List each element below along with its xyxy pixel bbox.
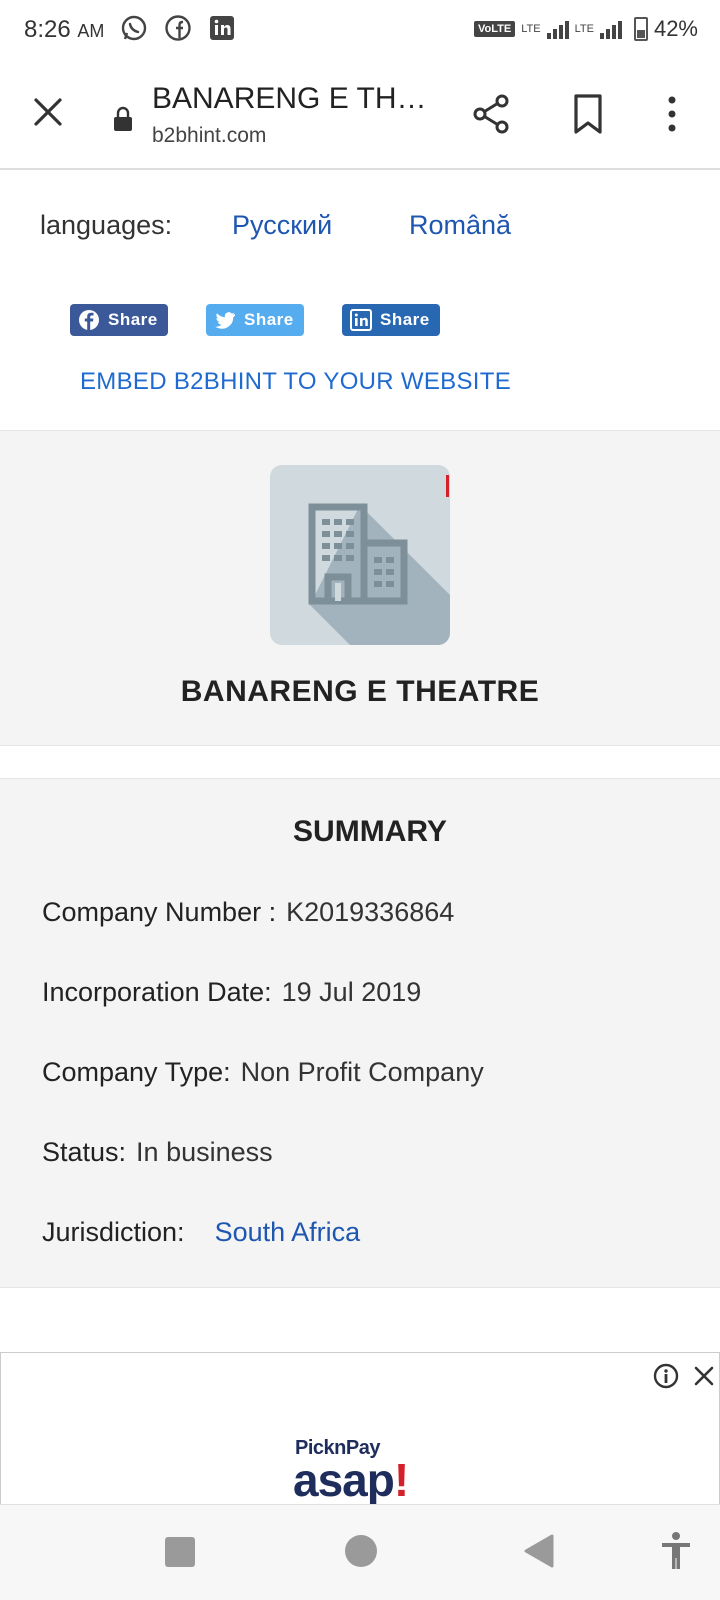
status-value: In business	[136, 1137, 273, 1167]
status-label: Status:	[42, 1137, 127, 1167]
more-icon[interactable]	[660, 92, 684, 136]
incorporation-date-row: Incorporation Date: 19 Jul 2019	[42, 977, 421, 1008]
linkedin-share-button[interactable]: Share	[342, 304, 440, 336]
lte-indicator-2: LTE	[574, 23, 594, 35]
languages-label: languages:	[40, 210, 173, 240]
battery-level: 42%	[653, 16, 698, 41]
status-row: Status: In business	[42, 1137, 273, 1168]
summary-card: SUMMARY Company Number : K2019336864 Inco…	[0, 778, 720, 1288]
facebook-share-label: Share	[108, 310, 158, 329]
bookmark-icon[interactable]	[568, 92, 608, 136]
system-nav-bar	[0, 1504, 720, 1600]
language-link-romanian[interactable]: Română	[409, 210, 511, 241]
status-time: 8:26 AM	[24, 16, 105, 43]
home-icon[interactable]	[345, 1535, 377, 1567]
jurisdiction-row: Jurisdiction: South Africa	[42, 1217, 360, 1248]
whatsapp-icon	[121, 15, 147, 41]
page-title: BANARENG E TH…	[152, 82, 427, 115]
accessibility-icon[interactable]	[658, 1531, 694, 1571]
page-url[interactable]: b2bhint.com	[152, 124, 266, 148]
twitter-share-button[interactable]: Share	[206, 304, 304, 336]
company-number-value: K2019336864	[286, 897, 455, 927]
close-icon[interactable]	[693, 1365, 715, 1387]
language-link-russian[interactable]: Русский	[232, 210, 332, 241]
building-icon	[270, 465, 450, 645]
facebook-icon	[165, 15, 191, 41]
status-indicators: VoLTE LTE LTE 42%	[474, 16, 698, 42]
jurisdiction-label: Jurisdiction:	[42, 1217, 185, 1247]
close-icon[interactable]	[28, 92, 68, 132]
summary-title: SUMMARY	[293, 815, 447, 848]
facebook-icon	[79, 310, 99, 330]
recents-icon[interactable]	[165, 1537, 195, 1567]
status-bar: 8:26 AM VoLTE LTE LTE 42%	[0, 0, 720, 62]
share-icon[interactable]	[470, 92, 514, 136]
linkedin-icon	[350, 309, 372, 331]
facebook-share-button[interactable]: Share	[70, 304, 168, 336]
volte-indicator: VoLTE	[474, 21, 516, 37]
signal-icon-2	[599, 19, 622, 39]
twitter-share-label: Share	[244, 310, 294, 329]
embed-link[interactable]: EMBED B2BHINT TO YOUR WEBSITE	[80, 368, 511, 396]
company-number-row: Company Number : K2019336864	[42, 897, 454, 928]
back-icon[interactable]	[522, 1533, 556, 1569]
signal-icon	[546, 19, 569, 39]
battery-icon	[633, 17, 648, 41]
red-accent-mark	[446, 475, 449, 497]
company-type-row: Company Type: Non Profit Company	[42, 1057, 484, 1088]
company-number-label: Company Number :	[42, 897, 277, 927]
company-type-label: Company Type:	[42, 1057, 231, 1087]
company-name: BANARENG E THEATRE	[180, 675, 540, 708]
lte-indicator: LTE	[521, 23, 541, 35]
company-card: BANARENG E THEATRE	[0, 430, 720, 746]
twitter-icon	[215, 312, 235, 329]
jurisdiction-link[interactable]: South Africa	[215, 1217, 361, 1247]
info-icon[interactable]	[653, 1363, 679, 1389]
incorporation-date-label: Incorporation Date:	[42, 977, 272, 1007]
linkedin-icon	[210, 16, 234, 40]
company-type-value: Non Profit Company	[240, 1057, 484, 1087]
browser-toolbar: BANARENG E TH… b2bhint.com	[0, 62, 720, 170]
linkedin-share-label: Share	[380, 310, 430, 329]
ad-banner[interactable]: PicknPay asap!	[0, 1352, 720, 1506]
lock-icon	[114, 106, 132, 131]
ad-brand-logo: asap!	[293, 1454, 409, 1506]
incorporation-date-value: 19 Jul 2019	[281, 977, 422, 1007]
